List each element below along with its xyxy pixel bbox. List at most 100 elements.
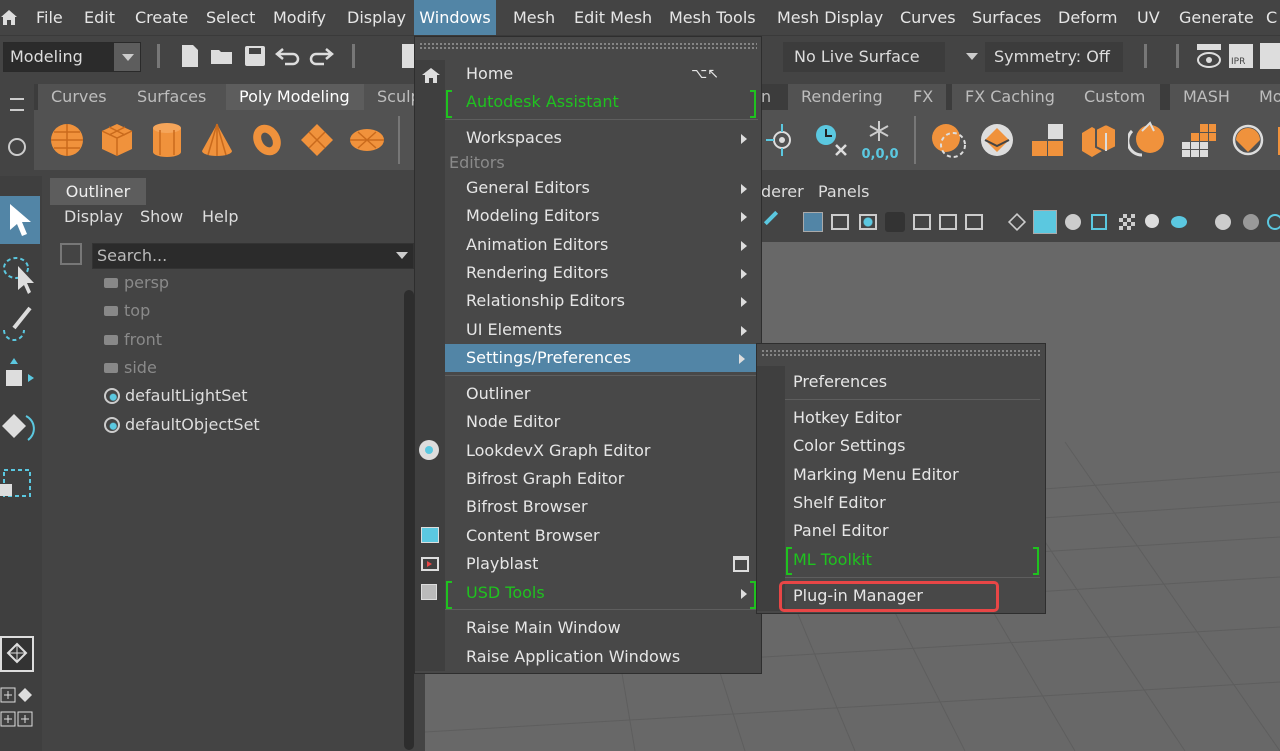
grid-toggle-icon[interactable] [803, 212, 823, 232]
poly-disc-icon[interactable] [348, 121, 388, 159]
new-scene-icon[interactable] [180, 44, 200, 72]
resolution-gate-icon[interactable] [859, 214, 877, 230]
shelf-tab-fx-caching[interactable]: FX Caching [952, 84, 1074, 110]
menu-item-animation-editors[interactable]: Animation Editors [445, 231, 759, 259]
render-settings-icon[interactable] [1260, 43, 1280, 69]
gear-icon[interactable] [8, 138, 26, 156]
menu-edit[interactable]: Edit [75, 0, 124, 35]
outliner-item-top[interactable]: top [104, 298, 150, 324]
bevel-icon[interactable] [1078, 121, 1118, 159]
redo-icon[interactable] [308, 46, 334, 70]
layout-four-icon[interactable] [0, 686, 34, 704]
gate-mask-icon[interactable] [885, 212, 905, 232]
symmetry-field[interactable]: Symmetry: Off [985, 42, 1123, 72]
menu-item-ml-toolkit[interactable]: ML Toolkit [785, 546, 1041, 574]
multi-cut-icon[interactable] [1228, 121, 1268, 159]
motion-blur-icon[interactable] [1243, 214, 1259, 230]
select-mode-icon[interactable] [402, 44, 414, 68]
menu-cache-partial[interactable]: C [1257, 0, 1280, 35]
scale-tool-icon[interactable] [0, 460, 40, 504]
menu-item-relationship-editors[interactable]: Relationship Editors [445, 287, 759, 315]
menu-item-ui-elements[interactable]: UI Elements [445, 316, 759, 344]
menu-generate[interactable]: Generate [1170, 0, 1263, 35]
outliner-scrollbar[interactable] [404, 290, 414, 750]
menu-curves[interactable]: Curves [891, 0, 965, 35]
menu-item-shelf-editor[interactable]: Shelf Editor [785, 489, 1041, 517]
anti-aliasing-icon[interactable] [1267, 214, 1280, 230]
shelf-menu-icon[interactable] [10, 98, 24, 111]
menu-mesh-display[interactable]: Mesh Display [768, 0, 892, 35]
shelf-tab-custom[interactable]: Custom [1071, 84, 1162, 110]
outliner-menu-show[interactable]: Show [140, 207, 183, 226]
shelf-tab-curves[interactable]: Curves [38, 84, 126, 110]
menu-edit-mesh[interactable]: Edit Mesh [565, 0, 661, 35]
open-scene-icon[interactable] [210, 46, 236, 70]
chevron-down-icon[interactable] [396, 252, 408, 259]
menu-select[interactable]: Select [197, 0, 264, 35]
menu-item-content-browser[interactable]: Content Browser [445, 522, 759, 550]
menu-item-raise-application-windows[interactable]: Raise Application Windows [445, 643, 759, 671]
menu-item-usd-tools[interactable]: USD Tools [445, 579, 759, 607]
menu-item-autodesk-assistant[interactable]: Autodesk Assistant [445, 88, 759, 116]
menu-item-bifrost-graph-editor[interactable]: Bifrost Graph Editor [445, 465, 759, 493]
ipr-render-icon[interactable]: IPR [1228, 43, 1254, 73]
freeze-transform-icon[interactable]: 0,0,0 [859, 119, 901, 163]
poly-plane-icon[interactable] [298, 121, 338, 159]
tear-off-handle[interactable] [761, 349, 1041, 356]
menu-file[interactable]: File [27, 0, 72, 35]
menu-item-workspaces[interactable]: Workspaces [445, 124, 759, 152]
lighting-icon[interactable] [1145, 214, 1159, 228]
textured-icon[interactable] [1091, 214, 1107, 230]
layout-grid-icon[interactable] [0, 710, 34, 728]
menu-item-playblast[interactable]: Playblast [445, 550, 759, 578]
poly-cylinder-icon[interactable] [148, 121, 188, 159]
select-tool-icon[interactable] [0, 196, 40, 244]
default-material-icon[interactable] [1065, 214, 1081, 230]
live-surface-field[interactable]: No Live Surface [783, 42, 945, 72]
poly-sphere-icon[interactable] [48, 121, 88, 159]
outliner-item-persp[interactable]: persp [104, 270, 169, 296]
mode-selector[interactable]: Modeling [3, 42, 141, 72]
menu-item-rendering-editors[interactable]: Rendering Editors [445, 259, 759, 287]
outliner-item-default-light-set[interactable]: defaultLightSet [104, 383, 248, 409]
paint-select-icon[interactable] [0, 304, 40, 348]
menu-item-lookdevx-graph-editor[interactable]: LookdevX Graph Editor [445, 437, 759, 465]
rotate-tool-icon[interactable] [0, 408, 40, 452]
viewport-menu-panels[interactable]: Panels [818, 182, 870, 201]
checker-icon[interactable] [1119, 214, 1135, 230]
menu-item-bifrost-browser[interactable]: Bifrost Browser [445, 493, 759, 521]
menu-item-modeling-editors[interactable]: Modeling Editors [445, 202, 759, 230]
combine-icon[interactable] [929, 121, 969, 159]
poly-cube-icon[interactable] [98, 121, 138, 159]
menu-item-marking-menu-editor[interactable]: Marking Menu Editor [785, 461, 1041, 489]
menu-uv[interactable]: UV [1128, 0, 1169, 35]
tear-off-handle[interactable] [419, 42, 757, 49]
pencil-icon[interactable] [763, 210, 779, 226]
option-box-icon[interactable] [733, 556, 749, 572]
viewport-menu-renderer[interactable]: derer [761, 182, 804, 201]
outliner-item-front[interactable]: front [104, 327, 162, 353]
maya-home-icon[interactable] [0, 8, 18, 26]
menu-mesh[interactable]: Mesh [504, 0, 564, 35]
pivot-icon[interactable] [764, 121, 804, 159]
separate-icon[interactable] [978, 121, 1018, 159]
menu-mesh-tools[interactable]: Mesh Tools [660, 0, 765, 35]
outliner-item-side[interactable]: side [104, 355, 157, 381]
shelf-tab-fx[interactable]: FX [900, 84, 948, 110]
safe-action-icon[interactable] [939, 214, 957, 230]
menu-surfaces[interactable]: Surfaces [963, 0, 1050, 35]
outliner-menu-help[interactable]: Help [202, 207, 238, 226]
shelf-tab-more[interactable]: Mo [1246, 84, 1280, 110]
smooth-icon[interactable] [1028, 121, 1068, 159]
menu-windows[interactable]: Windows [414, 0, 496, 35]
chevron-down-icon[interactable] [966, 53, 978, 60]
undo-icon[interactable] [275, 46, 301, 70]
menu-display[interactable]: Display [338, 0, 415, 35]
poly-cone-icon[interactable] [198, 121, 238, 159]
menu-item-hotkey-editor[interactable]: Hotkey Editor [785, 404, 1041, 432]
extrude-icon[interactable] [1178, 121, 1218, 159]
outliner-item-default-object-set[interactable]: defaultObjectSet [104, 412, 260, 438]
menu-item-node-editor[interactable]: Node Editor [445, 408, 759, 436]
menu-item-settings-preferences[interactable]: Settings/Preferences [445, 344, 757, 372]
layout-single-icon[interactable] [0, 636, 34, 672]
